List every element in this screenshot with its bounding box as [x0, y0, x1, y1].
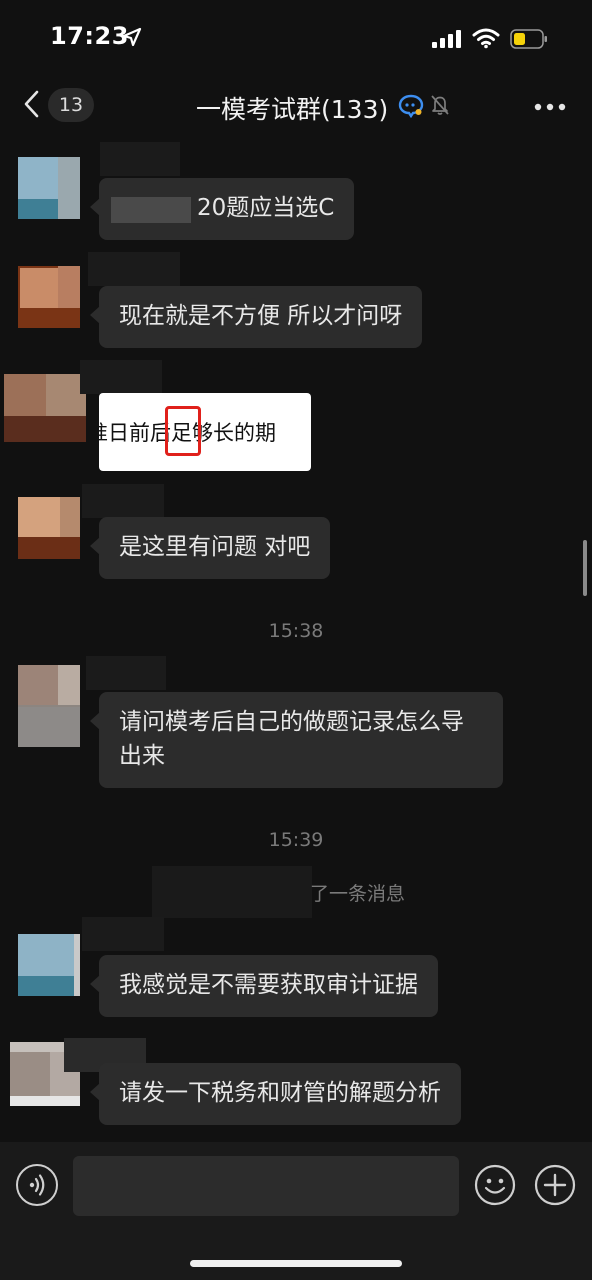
redacted-text-block: [111, 197, 191, 223]
message-text: 是这里有问题 对吧: [119, 534, 311, 560]
voice-icon: [29, 1174, 45, 1196]
system-name-redacted: [152, 866, 312, 918]
avatar[interactable]: [4, 374, 86, 442]
sender-name-redacted: [82, 917, 164, 951]
message-bubble[interactable]: 我感觉是不需要获取审计证据: [90, 955, 438, 1017]
message-bubble[interactable]: 请发一下税务和财管的解题分析: [90, 1063, 461, 1125]
battery-icon: [510, 29, 547, 49]
avatar[interactable]: [18, 266, 80, 328]
muted-bell-icon: [431, 95, 449, 115]
back-chevron-icon[interactable]: [20, 88, 44, 120]
sender-name-redacted: [100, 142, 180, 176]
avatar[interactable]: [18, 665, 80, 747]
ai-assistant-icon[interactable]: [398, 94, 424, 118]
timestamp: 15:39: [268, 829, 324, 851]
status-bar: 17:23: [0, 0, 592, 80]
status-time: 17:23: [50, 22, 129, 50]
message-bubble[interactable]: 现在就是不方便 所以才问呀: [89, 286, 423, 348]
cellular-signal-icon: [432, 30, 461, 48]
message-text: 现在就是不方便 所以才问呀: [119, 303, 403, 329]
location-arrow-icon: [122, 27, 142, 47]
image-message[interactable]: 准日前后足够长的期: [99, 393, 311, 471]
message-bubble[interactable]: 是这里有问题 对吧: [89, 517, 331, 579]
avatar[interactable]: [18, 157, 80, 219]
voice-input-button[interactable]: [16, 1164, 58, 1206]
avatar[interactable]: [18, 497, 80, 559]
emoji-icon[interactable]: [474, 1164, 516, 1206]
highlight-box: [165, 406, 201, 456]
message-text: 请发一下税务和财管的解题分析: [119, 1080, 441, 1106]
timestamp: 15:38: [268, 620, 324, 642]
chat-header: 13 一模考试群(133): [0, 80, 592, 132]
message-text: 请问模考后自己的做题记录怎么导出来: [119, 709, 464, 769]
wifi-icon: [472, 28, 500, 49]
sender-name-redacted: [80, 360, 162, 394]
sender-name-redacted: [86, 656, 166, 690]
message-bubble[interactable]: 20题应当选C: [89, 178, 355, 240]
sender-name-redacted: [82, 484, 164, 518]
system-message: 了一条消息: [310, 883, 406, 905]
unread-count-badge[interactable]: 13: [48, 88, 94, 122]
chat-title[interactable]: 一模考试群(133): [196, 90, 388, 126]
home-indicator[interactable]: [190, 1260, 402, 1267]
message-text: 我感觉是不需要获取审计证据: [119, 972, 418, 998]
input-bar: [0, 1142, 592, 1280]
message-text: 20题应当选C: [197, 195, 335, 221]
add-icon[interactable]: [534, 1164, 576, 1206]
message-input[interactable]: [73, 1156, 459, 1216]
sender-name-redacted: [88, 252, 180, 286]
message-bubble[interactable]: 请问模考后自己的做题记录怎么导出来: [90, 692, 503, 788]
scrollbar[interactable]: [583, 540, 587, 596]
more-options-icon[interactable]: [534, 103, 566, 111]
avatar[interactable]: [18, 934, 80, 996]
